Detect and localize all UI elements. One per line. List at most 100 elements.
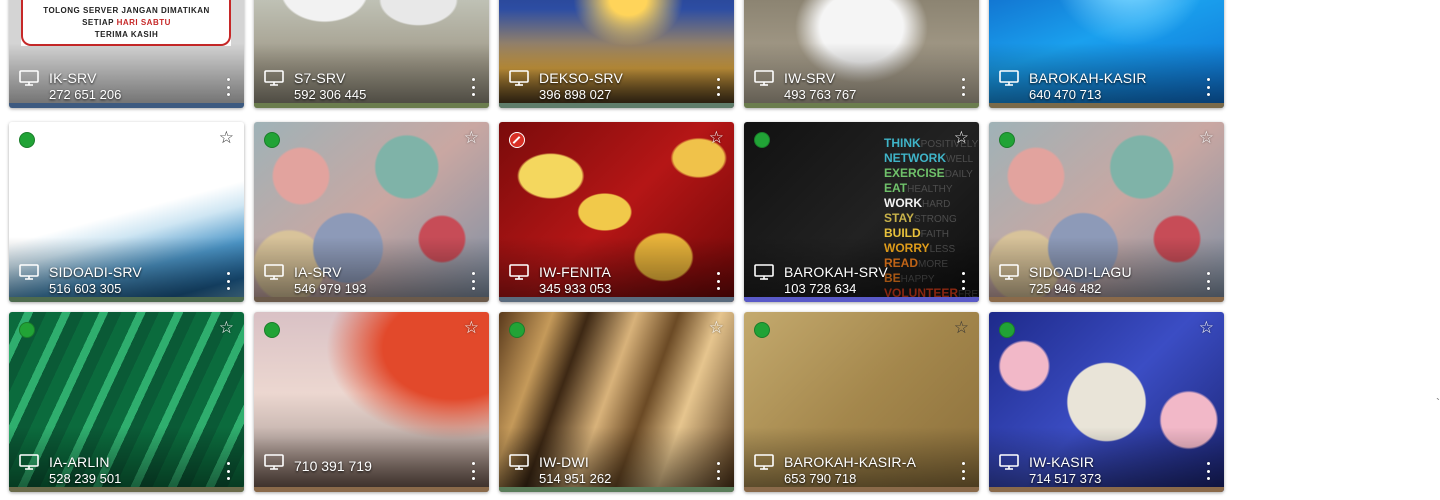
star-outline-icon[interactable]: ☆ — [219, 128, 234, 148]
more-vertical-icon[interactable] — [716, 272, 720, 290]
poster-line: STAYSTRONG — [884, 211, 957, 226]
more-vertical-icon[interactable] — [226, 78, 230, 96]
menu-dot — [471, 287, 475, 290]
menu-dot — [716, 272, 720, 275]
menu-dot — [471, 477, 475, 480]
more-vertical-icon[interactable] — [226, 272, 230, 290]
device-card[interactable]: ☆ IA-ARLIN 528 239 501 — [9, 312, 244, 492]
menu-dot — [226, 272, 230, 275]
menu-dot — [1206, 477, 1210, 480]
menu-dot — [716, 477, 720, 480]
star-outline-icon[interactable]: ☆ — [1199, 128, 1214, 148]
device-id: 592 306 445 — [294, 87, 367, 102]
monitor-icon — [264, 70, 284, 86]
device-id: 514 951 262 — [539, 471, 612, 486]
more-vertical-icon[interactable] — [961, 78, 965, 96]
menu-dot — [1206, 85, 1210, 89]
star-outline-icon[interactable]: ☆ — [1199, 318, 1214, 338]
more-vertical-icon[interactable] — [226, 462, 230, 480]
star-outline-icon[interactable]: ☆ — [709, 318, 724, 338]
status-online-dot — [754, 322, 770, 338]
device-card[interactable]: TOLONG SERVER JANGAN DIMATIKAN SETIAP HAR… — [9, 0, 244, 108]
more-vertical-icon[interactable] — [1206, 462, 1210, 480]
more-vertical-icon[interactable] — [471, 462, 475, 480]
device-name: SIDOADI-SRV — [49, 264, 142, 280]
device-card[interactable]: THINKPOSITIVELY NETWORKWELL EXERCISEDAILY E… — [744, 122, 979, 302]
menu-dot — [961, 272, 965, 275]
star-outline-icon[interactable]: ☆ — [219, 318, 234, 338]
device-card[interactable]: ☆ IW-DWI 514 951 262 — [499, 312, 734, 492]
device-card[interactable]: ☆ IW-KASIR 714 517 373 — [989, 312, 1224, 492]
device-card[interactable]: ☆ IA-SRV 546 979 193 — [254, 122, 489, 302]
menu-dot — [716, 462, 720, 465]
device-name: IW-KASIR — [1029, 454, 1095, 470]
device-id: 396 898 027 — [539, 87, 612, 102]
menu-dot — [1206, 93, 1210, 96]
edge-glyph: ` — [1436, 396, 1440, 410]
card-bottom-strip — [989, 103, 1224, 108]
card-caption-shade — [254, 237, 489, 297]
device-name: IA-SRV — [294, 264, 342, 280]
menu-dot — [226, 462, 230, 465]
device-card[interactable]: IW-SRV 493 763 767 — [744, 0, 979, 108]
card-caption-shade — [254, 43, 489, 103]
status-online-dot — [19, 132, 35, 148]
more-vertical-icon[interactable] — [716, 78, 720, 96]
more-vertical-icon[interactable] — [1206, 78, 1210, 96]
monitor-icon — [509, 454, 529, 470]
status-online-dot — [509, 322, 525, 338]
device-name: S7-SRV — [294, 70, 346, 86]
more-vertical-icon[interactable] — [471, 272, 475, 290]
device-id: 653 790 718 — [784, 471, 857, 486]
card-bottom-strip — [499, 103, 734, 108]
monitor-icon — [754, 454, 774, 470]
menu-dot — [471, 462, 475, 465]
more-vertical-icon[interactable] — [471, 78, 475, 96]
device-card[interactable]: ☆ SIDOADI-SRV 516 603 305 — [9, 122, 244, 302]
more-vertical-icon[interactable] — [1206, 272, 1210, 290]
device-id: 516 603 305 — [49, 281, 122, 296]
device-id: 528 239 501 — [49, 471, 122, 486]
star-outline-icon[interactable]: ☆ — [464, 318, 479, 338]
device-card[interactable]: ☆ 710 391 719 — [254, 312, 489, 492]
device-card[interactable]: ☆ BAROKAH-KASIR-A 653 790 718 — [744, 312, 979, 492]
device-id: 710 391 719 — [294, 458, 372, 474]
more-vertical-icon[interactable] — [961, 462, 965, 480]
device-id: 345 933 053 — [539, 281, 612, 296]
menu-dot — [226, 78, 230, 81]
menu-dot — [961, 469, 965, 473]
menu-dot — [961, 85, 965, 89]
device-id: 103 728 634 — [784, 281, 857, 296]
menu-dot — [1206, 469, 1210, 473]
status-online-dot — [264, 132, 280, 148]
star-outline-icon[interactable]: ☆ — [709, 128, 724, 148]
device-card[interactable]: ☆ SIDOADI-LAGU 725 946 482 — [989, 122, 1224, 302]
menu-dot — [471, 272, 475, 275]
device-card[interactable]: BAROKAH-KASIR 640 470 713 — [989, 0, 1224, 108]
poster-line: WORKHARD — [884, 196, 951, 211]
device-name: IA-ARLIN — [49, 454, 110, 470]
monitor-icon — [999, 70, 1019, 86]
device-card[interactable]: DEKSO-SRV 396 898 027 — [499, 0, 734, 108]
device-id: 640 470 713 — [1029, 87, 1102, 102]
device-grid: TOLONG SERVER JANGAN DIMATIKAN SETIAP HAR… — [0, 0, 1440, 500]
device-card[interactable]: S7-SRV 592 306 445 — [254, 0, 489, 108]
star-outline-icon[interactable]: ☆ — [954, 128, 969, 148]
more-vertical-icon[interactable] — [961, 272, 965, 290]
more-vertical-icon[interactable] — [716, 462, 720, 480]
star-outline-icon[interactable]: ☆ — [464, 128, 479, 148]
card-bottom-strip — [744, 103, 979, 108]
card-bottom-strip — [254, 103, 489, 108]
device-card[interactable]: ☆ IW-FENITA 345 933 053 — [499, 122, 734, 302]
card-caption-shade — [499, 237, 734, 297]
menu-dot — [1206, 279, 1210, 283]
monitor-icon — [999, 264, 1019, 280]
menu-dot — [226, 469, 230, 473]
device-name: IW-SRV — [784, 70, 836, 86]
menu-dot — [961, 462, 965, 465]
device-name: BAROKAH-SRV — [784, 264, 888, 280]
menu-dot — [961, 287, 965, 290]
device-name: BAROKAH-KASIR — [1029, 70, 1147, 86]
device-id: 714 517 373 — [1029, 471, 1102, 486]
star-outline-icon[interactable]: ☆ — [954, 318, 969, 338]
